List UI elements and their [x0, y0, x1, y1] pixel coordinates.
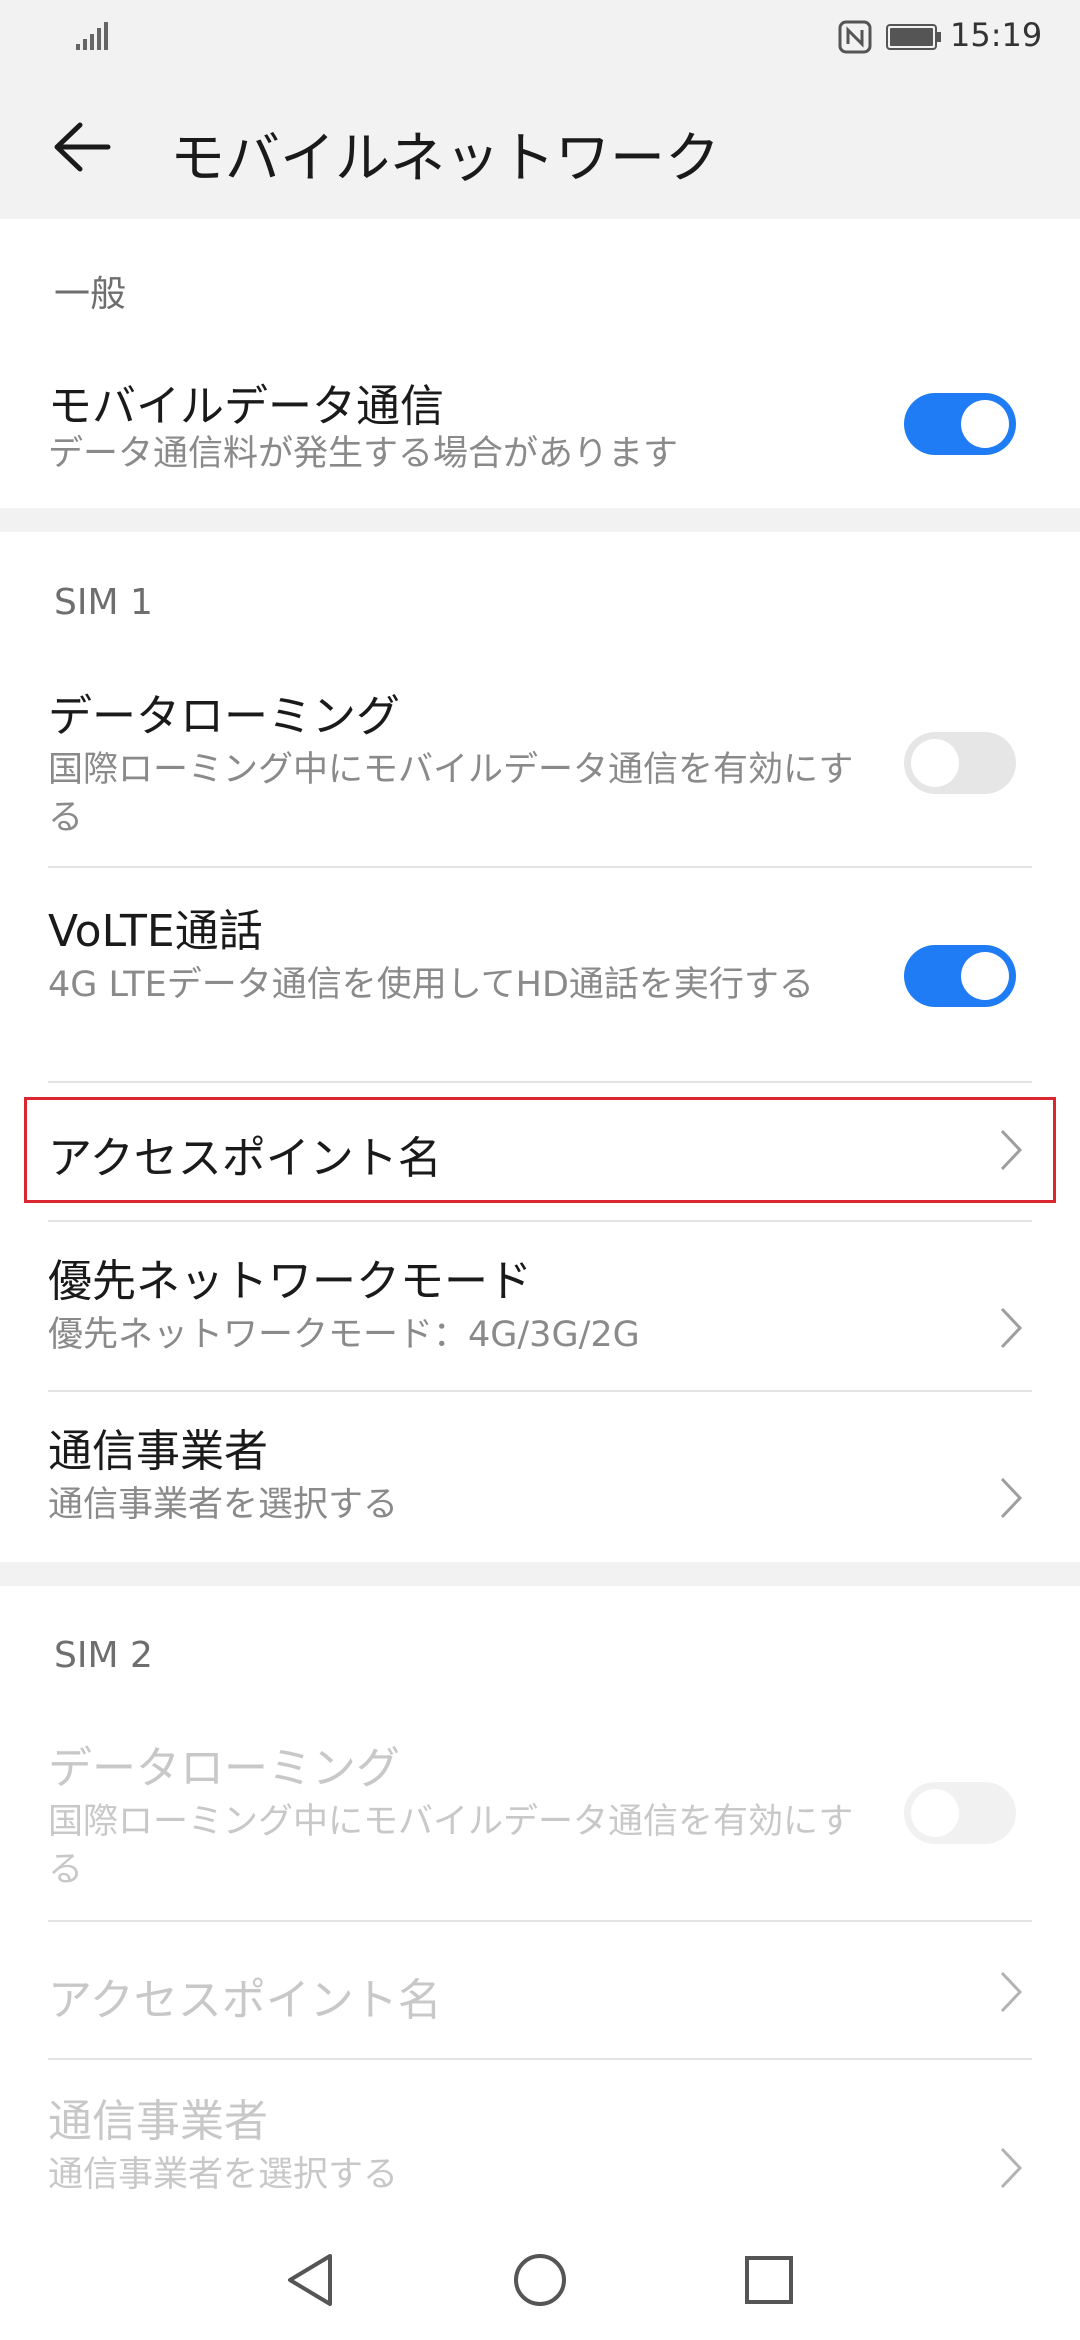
divider [48, 1920, 1032, 1922]
section-gap [0, 508, 1080, 532]
sim2-carrier-title: 通信事業者 [48, 2096, 268, 2147]
sim2-data-roaming-toggle [904, 1782, 1016, 1844]
sim2-apn-row: アクセスポイント名 [0, 1942, 1080, 2042]
battery-icon [886, 24, 941, 50]
volte-toggle[interactable] [904, 945, 1016, 1007]
sim1-data-roaming-subtitle: 国際ローミング中にモバイルデータ通信を有効にする [48, 750, 854, 838]
chevron-right-icon [1000, 1307, 1023, 1349]
divider [48, 2058, 1032, 2060]
nav-recents-button[interactable] [734, 2245, 804, 2315]
toggle-knob [911, 739, 959, 787]
sim2-apn-title: アクセスポイント名 [48, 1975, 442, 2026]
sim2-carrier-subtitle: 通信事業者を選択する [48, 2155, 399, 2195]
chevron-right-icon [1000, 2147, 1023, 2189]
section-header-sim2: SIM 2 [54, 1635, 153, 1676]
nav-recents-icon [745, 2256, 793, 2304]
preferred-network-mode-title: 優先ネットワークモード [48, 1256, 532, 1307]
mobile-data-row[interactable]: モバイルデータ通信 データ通信料が発生する場合があります [0, 360, 1080, 500]
sim1-carrier-row[interactable]: 通信事業者 通信事業者を選択する [0, 1415, 1080, 1555]
preferred-network-mode-row[interactable]: 優先ネットワークモード 優先ネットワークモード：4G/3G/2G [0, 1245, 1080, 1385]
mobile-data-title: モバイルデータ通信 [48, 381, 444, 432]
sim2-carrier-row: 通信事業者 通信事業者を選択する [0, 2085, 1080, 2210]
nav-back-button[interactable] [275, 2245, 345, 2315]
sim1-data-roaming-toggle[interactable] [904, 732, 1016, 794]
nav-home-icon [514, 2254, 566, 2306]
nav-home-button[interactable] [505, 2245, 575, 2315]
mobile-data-subtitle: データ通信料が発生する場合があります [48, 434, 679, 474]
chevron-right-icon [1000, 1477, 1023, 1519]
sim1-carrier-title: 通信事業者 [48, 1426, 268, 1477]
chevron-right-icon [1000, 1971, 1023, 2013]
toggle-knob [961, 952, 1009, 1000]
navigation-bar [0, 2210, 1080, 2340]
volte-row[interactable]: VoLTE通話 4G LTEデータ通信を使用してHD通話を実行する [0, 895, 1080, 1080]
sim2-data-roaming-subtitle: 国際ローミング中にモバイルデータ通信を有効にする [48, 1802, 854, 1890]
divider [48, 866, 1032, 868]
sim1-data-roaming-row[interactable]: データローミング 国際ローミング中にモバイルデータ通信を有効にする [0, 680, 1080, 865]
section-header-general: 一般 [54, 274, 127, 315]
volte-subtitle: 4G LTEデータ通信を使用してHD通話を実行する [48, 965, 814, 1005]
sim2-data-roaming-row: データローミング 国際ローミング中にモバイルデータ通信を有効にする [0, 1732, 1080, 1917]
divider [48, 1390, 1032, 1392]
back-arrow-icon [54, 122, 111, 172]
status-bar: 15:19 [0, 0, 1080, 75]
volte-title: VoLTE通話 [48, 906, 263, 957]
status-time: 15:19 [950, 16, 1043, 54]
preferred-network-mode-subtitle: 優先ネットワークモード：4G/3G/2G [48, 1315, 640, 1355]
signal-icon [76, 22, 108, 50]
mobile-data-toggle[interactable] [904, 393, 1016, 455]
sim2-data-roaming-title: データローミング [48, 1743, 400, 1794]
toggle-knob [961, 400, 1009, 448]
divider [48, 1081, 1032, 1083]
toggle-knob [911, 1789, 959, 1837]
highlight-box [24, 1097, 1056, 1203]
page-title: モバイルネットワーク [170, 126, 721, 190]
nav-back-icon [288, 2254, 332, 2306]
sim1-data-roaming-title: データローミング [48, 691, 400, 742]
sim1-carrier-subtitle: 通信事業者を選択する [48, 1485, 399, 1525]
back-button[interactable] [40, 111, 124, 183]
section-gap [0, 1562, 1080, 1586]
nfc-icon [838, 20, 872, 54]
divider [48, 1220, 1032, 1222]
section-header-sim1: SIM 1 [54, 582, 153, 623]
title-bar: モバイルネットワーク [0, 75, 1080, 219]
